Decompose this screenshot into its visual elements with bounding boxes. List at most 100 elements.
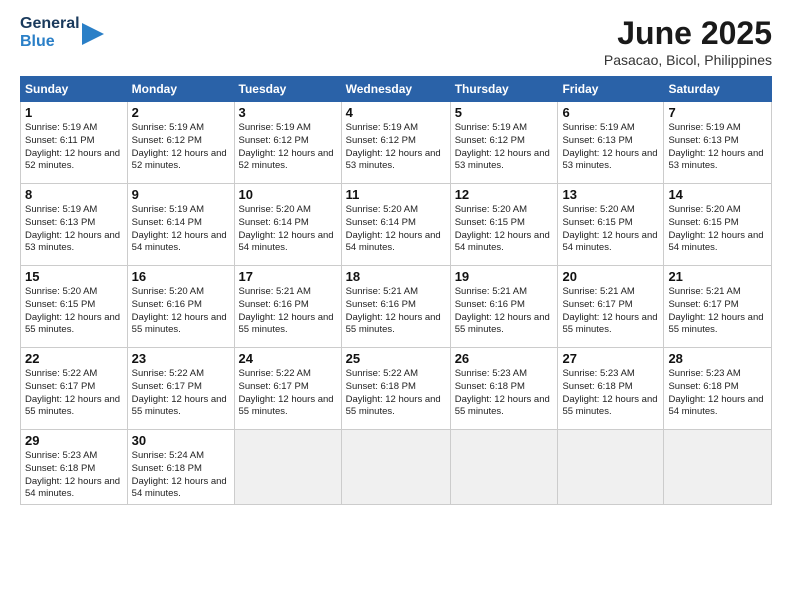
day-number: 14 <box>668 187 767 202</box>
day-cell: 25 Sunrise: 5:22 AMSunset: 6:18 PMDaylig… <box>341 348 450 430</box>
day-number: 29 <box>25 433 123 448</box>
day-number: 3 <box>239 105 337 120</box>
day-cell: 18 Sunrise: 5:21 AMSunset: 6:16 PMDaylig… <box>341 266 450 348</box>
logo-chevron-icon <box>82 23 104 45</box>
week-row-5: 29 Sunrise: 5:23 AMSunset: 6:18 PMDaylig… <box>21 430 772 505</box>
logo: General Blue <box>20 15 104 52</box>
day-cell: 28 Sunrise: 5:23 AMSunset: 6:18 PMDaylig… <box>664 348 772 430</box>
day-number: 4 <box>346 105 446 120</box>
day-number: 26 <box>455 351 554 366</box>
day-detail: Sunrise: 5:21 AMSunset: 6:16 PMDaylight:… <box>455 286 550 335</box>
day-cell: 16 Sunrise: 5:20 AMSunset: 6:16 PMDaylig… <box>127 266 234 348</box>
day-number: 20 <box>562 269 659 284</box>
day-detail: Sunrise: 5:22 AMSunset: 6:17 PMDaylight:… <box>132 368 227 417</box>
day-detail: Sunrise: 5:20 AMSunset: 6:14 PMDaylight:… <box>239 204 334 253</box>
col-header-thursday: Thursday <box>450 77 558 102</box>
day-cell <box>664 430 772 505</box>
day-cell: 21 Sunrise: 5:21 AMSunset: 6:17 PMDaylig… <box>664 266 772 348</box>
day-number: 21 <box>668 269 767 284</box>
day-detail: Sunrise: 5:19 AMSunset: 6:12 PMDaylight:… <box>455 122 550 171</box>
week-row-1: 1 Sunrise: 5:19 AMSunset: 6:11 PMDayligh… <box>21 102 772 184</box>
calendar-subtitle: Pasacao, Bicol, Philippines <box>604 52 772 68</box>
col-header-sunday: Sunday <box>21 77 128 102</box>
day-detail: Sunrise: 5:19 AMSunset: 6:12 PMDaylight:… <box>346 122 441 171</box>
day-cell: 7 Sunrise: 5:19 AMSunset: 6:13 PMDayligh… <box>664 102 772 184</box>
day-number: 23 <box>132 351 230 366</box>
title-block: June 2025 Pasacao, Bicol, Philippines <box>604 15 772 68</box>
logo-general: General <box>20 15 80 33</box>
day-detail: Sunrise: 5:21 AMSunset: 6:16 PMDaylight:… <box>239 286 334 335</box>
day-cell: 17 Sunrise: 5:21 AMSunset: 6:16 PMDaylig… <box>234 266 341 348</box>
calendar-table: SundayMondayTuesdayWednesdayThursdayFrid… <box>20 76 772 505</box>
day-number: 19 <box>455 269 554 284</box>
day-cell: 5 Sunrise: 5:19 AMSunset: 6:12 PMDayligh… <box>450 102 558 184</box>
week-row-3: 15 Sunrise: 5:20 AMSunset: 6:15 PMDaylig… <box>21 266 772 348</box>
day-detail: Sunrise: 5:19 AMSunset: 6:13 PMDaylight:… <box>668 122 763 171</box>
day-cell: 11 Sunrise: 5:20 AMSunset: 6:14 PMDaylig… <box>341 184 450 266</box>
day-cell: 10 Sunrise: 5:20 AMSunset: 6:14 PMDaylig… <box>234 184 341 266</box>
day-cell: 20 Sunrise: 5:21 AMSunset: 6:17 PMDaylig… <box>558 266 664 348</box>
day-cell <box>234 430 341 505</box>
day-cell: 14 Sunrise: 5:20 AMSunset: 6:15 PMDaylig… <box>664 184 772 266</box>
day-cell <box>558 430 664 505</box>
day-number: 15 <box>25 269 123 284</box>
day-detail: Sunrise: 5:22 AMSunset: 6:17 PMDaylight:… <box>25 368 120 417</box>
day-detail: Sunrise: 5:23 AMSunset: 6:18 PMDaylight:… <box>25 450 120 499</box>
day-cell: 12 Sunrise: 5:20 AMSunset: 6:15 PMDaylig… <box>450 184 558 266</box>
day-number: 28 <box>668 351 767 366</box>
day-detail: Sunrise: 5:20 AMSunset: 6:16 PMDaylight:… <box>132 286 227 335</box>
day-cell: 23 Sunrise: 5:22 AMSunset: 6:17 PMDaylig… <box>127 348 234 430</box>
day-cell: 3 Sunrise: 5:19 AMSunset: 6:12 PMDayligh… <box>234 102 341 184</box>
day-detail: Sunrise: 5:19 AMSunset: 6:12 PMDaylight:… <box>239 122 334 171</box>
day-number: 11 <box>346 187 446 202</box>
day-cell: 9 Sunrise: 5:19 AMSunset: 6:14 PMDayligh… <box>127 184 234 266</box>
day-cell: 2 Sunrise: 5:19 AMSunset: 6:12 PMDayligh… <box>127 102 234 184</box>
day-number: 27 <box>562 351 659 366</box>
col-header-tuesday: Tuesday <box>234 77 341 102</box>
day-cell: 1 Sunrise: 5:19 AMSunset: 6:11 PMDayligh… <box>21 102 128 184</box>
day-detail: Sunrise: 5:19 AMSunset: 6:13 PMDaylight:… <box>562 122 657 171</box>
day-number: 7 <box>668 105 767 120</box>
day-cell: 27 Sunrise: 5:23 AMSunset: 6:18 PMDaylig… <box>558 348 664 430</box>
day-number: 8 <box>25 187 123 202</box>
day-detail: Sunrise: 5:20 AMSunset: 6:15 PMDaylight:… <box>562 204 657 253</box>
day-number: 10 <box>239 187 337 202</box>
day-number: 22 <box>25 351 123 366</box>
day-detail: Sunrise: 5:22 AMSunset: 6:18 PMDaylight:… <box>346 368 441 417</box>
day-detail: Sunrise: 5:23 AMSunset: 6:18 PMDaylight:… <box>562 368 657 417</box>
day-number: 18 <box>346 269 446 284</box>
day-detail: Sunrise: 5:19 AMSunset: 6:11 PMDaylight:… <box>25 122 120 171</box>
day-cell: 30 Sunrise: 5:24 AMSunset: 6:18 PMDaylig… <box>127 430 234 505</box>
day-number: 16 <box>132 269 230 284</box>
day-number: 17 <box>239 269 337 284</box>
day-detail: Sunrise: 5:20 AMSunset: 6:15 PMDaylight:… <box>25 286 120 335</box>
day-detail: Sunrise: 5:19 AMSunset: 6:12 PMDaylight:… <box>132 122 227 171</box>
day-detail: Sunrise: 5:19 AMSunset: 6:13 PMDaylight:… <box>25 204 120 253</box>
day-detail: Sunrise: 5:20 AMSunset: 6:15 PMDaylight:… <box>455 204 550 253</box>
day-detail: Sunrise: 5:23 AMSunset: 6:18 PMDaylight:… <box>668 368 763 417</box>
day-cell: 26 Sunrise: 5:23 AMSunset: 6:18 PMDaylig… <box>450 348 558 430</box>
day-number: 6 <box>562 105 659 120</box>
day-detail: Sunrise: 5:19 AMSunset: 6:14 PMDaylight:… <box>132 204 227 253</box>
col-header-saturday: Saturday <box>664 77 772 102</box>
day-detail: Sunrise: 5:20 AMSunset: 6:14 PMDaylight:… <box>346 204 441 253</box>
day-cell: 4 Sunrise: 5:19 AMSunset: 6:12 PMDayligh… <box>341 102 450 184</box>
day-number: 1 <box>25 105 123 120</box>
col-header-wednesday: Wednesday <box>341 77 450 102</box>
week-row-2: 8 Sunrise: 5:19 AMSunset: 6:13 PMDayligh… <box>21 184 772 266</box>
day-detail: Sunrise: 5:21 AMSunset: 6:16 PMDaylight:… <box>346 286 441 335</box>
day-detail: Sunrise: 5:20 AMSunset: 6:15 PMDaylight:… <box>668 204 763 253</box>
day-number: 12 <box>455 187 554 202</box>
header-row: SundayMondayTuesdayWednesdayThursdayFrid… <box>21 77 772 102</box>
day-cell: 24 Sunrise: 5:22 AMSunset: 6:17 PMDaylig… <box>234 348 341 430</box>
day-number: 24 <box>239 351 337 366</box>
day-detail: Sunrise: 5:21 AMSunset: 6:17 PMDaylight:… <box>562 286 657 335</box>
day-number: 25 <box>346 351 446 366</box>
day-cell: 13 Sunrise: 5:20 AMSunset: 6:15 PMDaylig… <box>558 184 664 266</box>
day-number: 5 <box>455 105 554 120</box>
day-cell <box>450 430 558 505</box>
day-cell: 19 Sunrise: 5:21 AMSunset: 6:16 PMDaylig… <box>450 266 558 348</box>
day-cell: 6 Sunrise: 5:19 AMSunset: 6:13 PMDayligh… <box>558 102 664 184</box>
day-detail: Sunrise: 5:22 AMSunset: 6:17 PMDaylight:… <box>239 368 334 417</box>
week-row-4: 22 Sunrise: 5:22 AMSunset: 6:17 PMDaylig… <box>21 348 772 430</box>
